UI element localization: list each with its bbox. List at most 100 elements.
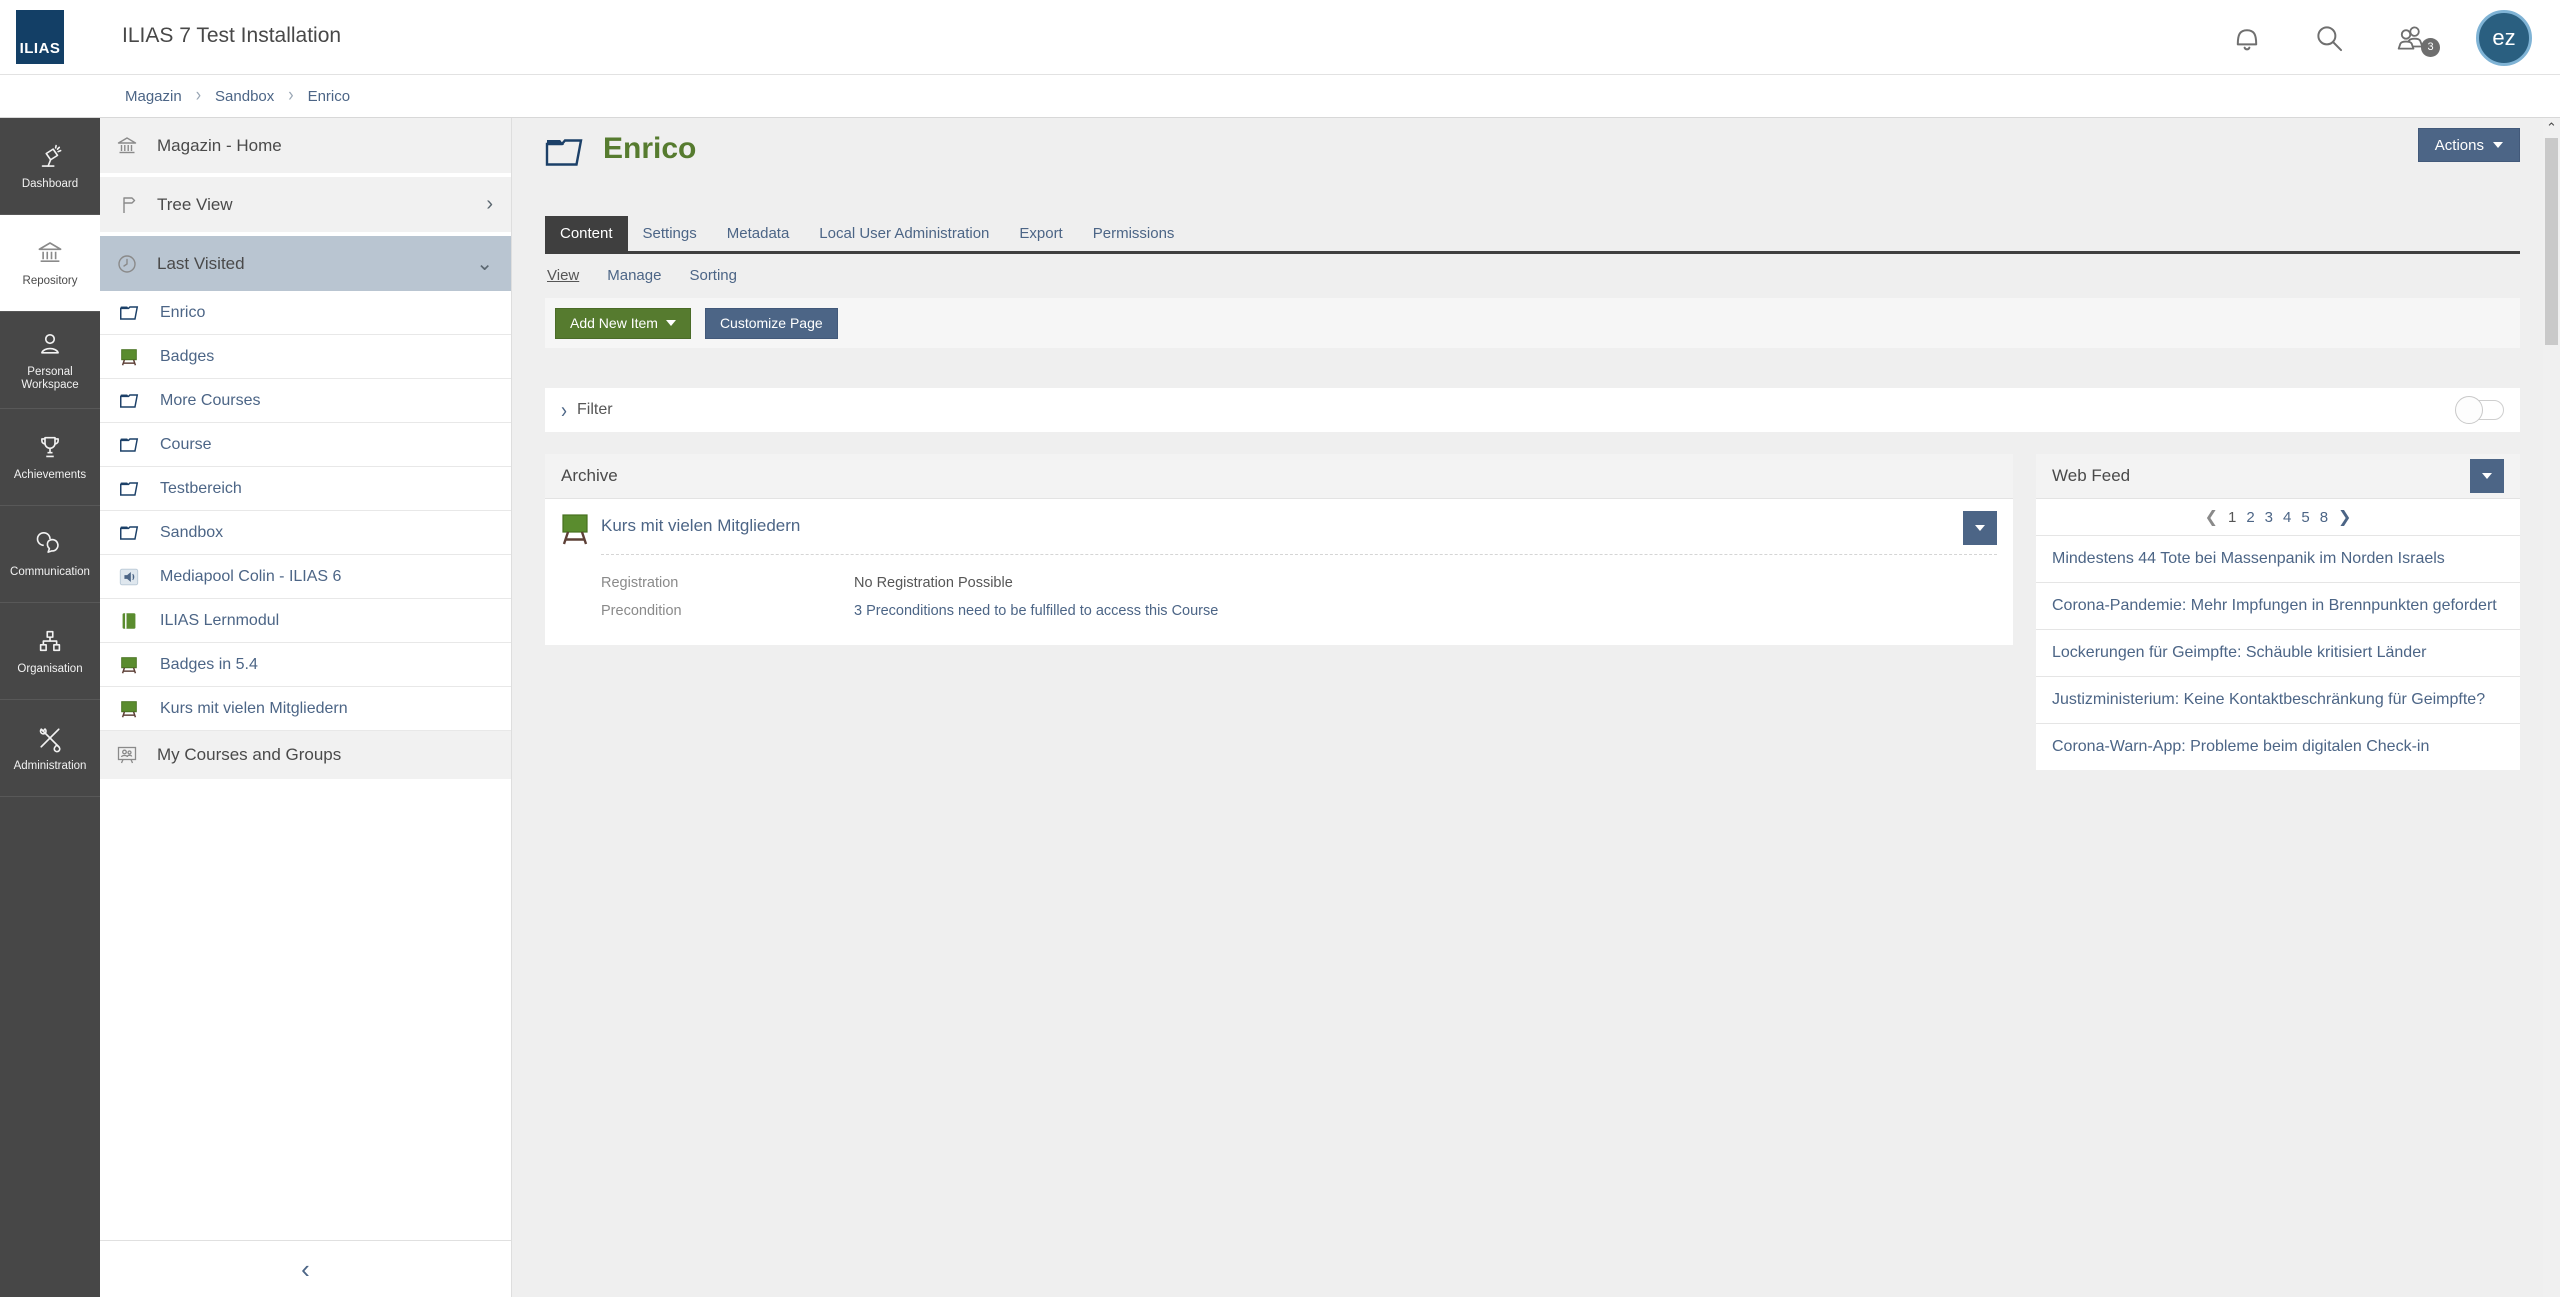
- subtab-view[interactable]: View: [547, 267, 579, 284]
- breadcrumb-enrico[interactable]: Enrico: [308, 88, 351, 105]
- folder-icon: [118, 522, 140, 544]
- rail-item-achievements[interactable]: Achievements: [0, 409, 100, 506]
- rail-item-communication[interactable]: Communication: [0, 506, 100, 603]
- add-new-item-button[interactable]: Add New Item: [555, 308, 691, 339]
- search-icon[interactable]: [2312, 21, 2346, 55]
- filter-panel: › Filter: [545, 388, 2520, 432]
- webfeed-title: Web Feed: [2052, 466, 2130, 486]
- main-menu-rail: Dashboard Repository Personal Workspace …: [0, 118, 100, 1297]
- precondition-link[interactable]: 3 Preconditions need to be fulfilled to …: [854, 603, 1218, 619]
- breadcrumb-sandbox[interactable]: Sandbox: [215, 88, 274, 105]
- archive-header: Archive: [545, 454, 2013, 499]
- course-icon: [118, 654, 140, 676]
- sidebar-item-last-visited[interactable]: Last Visited ⌄: [100, 236, 511, 291]
- tab-metadata[interactable]: Metadata: [712, 216, 805, 251]
- subtab-sorting[interactable]: Sorting: [689, 267, 737, 284]
- pagination-page-1[interactable]: 1: [2228, 509, 2236, 526]
- trophy-icon: [35, 432, 65, 462]
- sidebar-item-magazin-home[interactable]: Magazin - Home: [100, 118, 511, 173]
- course-link[interactable]: Kurs mit vielen Mitgliedern: [601, 513, 800, 536]
- filter-label[interactable]: Filter: [577, 401, 613, 419]
- last-visited-label: Course: [160, 436, 212, 454]
- last-visited-label: Badges: [160, 348, 214, 366]
- pagination-page-5[interactable]: 5: [2301, 509, 2309, 526]
- last-visited-label: Testbereich: [160, 480, 242, 498]
- rail-item-organisation[interactable]: Organisation: [0, 603, 100, 700]
- scrollbar-up-icon[interactable]: ⌃: [2543, 120, 2560, 136]
- course-icon: [118, 346, 140, 368]
- feed-item[interactable]: Corona-Warn-App: Probleme beim digitalen…: [2036, 724, 2520, 770]
- vertical-scrollbar[interactable]: ⌃: [2543, 118, 2560, 1297]
- last-visited-item-sandbox[interactable]: Sandbox: [100, 511, 511, 555]
- rail-label: Organisation: [13, 663, 86, 676]
- users-icon[interactable]: 3: [2394, 21, 2428, 55]
- person-icon: [35, 329, 65, 359]
- subtab-manage[interactable]: Manage: [607, 267, 661, 284]
- sidebar-item-tree-view[interactable]: Tree View ›: [100, 177, 511, 232]
- breadcrumb-separator-icon: ›: [288, 85, 293, 107]
- rail-label: Repository: [19, 275, 82, 288]
- last-visited-item-course[interactable]: Course: [100, 423, 511, 467]
- avatar[interactable]: ez: [2476, 10, 2532, 66]
- caret-down-icon: [1975, 525, 1985, 531]
- installation-title: ILIAS 7 Test Installation: [122, 24, 341, 48]
- dashed-divider: [601, 554, 1997, 555]
- last-visited-item-badges-54[interactable]: Badges in 5.4: [100, 643, 511, 687]
- feed-item[interactable]: Justizministerium: Keine Kontaktbeschrän…: [2036, 677, 2520, 724]
- mediapool-icon: [118, 566, 140, 588]
- last-visited-label: ILIAS Lernmodul: [160, 612, 279, 630]
- tab-settings[interactable]: Settings: [628, 216, 712, 251]
- last-visited-item-testbereich[interactable]: Testbereich: [100, 467, 511, 511]
- pagination-next-icon[interactable]: ❯: [2338, 507, 2351, 527]
- breadcrumb-bar: Magazin › Sandbox › Enrico: [0, 75, 2560, 118]
- sidebar-item-my-courses-groups[interactable]: My Courses and Groups: [100, 731, 511, 779]
- actions-button-label: Actions: [2435, 137, 2484, 154]
- bell-icon[interactable]: [2230, 21, 2264, 55]
- pagination-page-2[interactable]: 2: [2246, 509, 2254, 526]
- rail-item-dashboard[interactable]: Dashboard: [0, 118, 100, 215]
- pagination-page-4[interactable]: 4: [2283, 509, 2291, 526]
- breadcrumb-magazin[interactable]: Magazin: [125, 88, 182, 105]
- courses-groups-icon: [115, 743, 139, 767]
- rail-item-administration[interactable]: Administration: [0, 700, 100, 797]
- signpost-icon: [115, 193, 139, 217]
- breadcrumb-separator-icon: ›: [196, 85, 201, 107]
- webfeed-actions-dropdown[interactable]: [2470, 459, 2504, 493]
- collapse-panel-button[interactable]: ‹: [100, 1240, 511, 1297]
- actions-button[interactable]: Actions: [2418, 128, 2520, 162]
- chevron-down-icon: ⌄: [476, 251, 493, 276]
- tab-export[interactable]: Export: [1004, 216, 1077, 251]
- chevron-right-icon[interactable]: ›: [561, 397, 567, 423]
- last-visited-label: Badges in 5.4: [160, 656, 258, 674]
- online-count-badge: 3: [2421, 38, 2440, 57]
- last-visited-item-badges[interactable]: Badges: [100, 335, 511, 379]
- add-new-item-label: Add New Item: [570, 315, 658, 331]
- pagination-page-8[interactable]: 8: [2320, 509, 2328, 526]
- tab-content[interactable]: Content: [545, 216, 628, 251]
- precondition-label: Precondition: [601, 603, 854, 619]
- feed-item[interactable]: Mindestens 44 Tote bei Massenpanik im No…: [2036, 536, 2520, 583]
- sidebar-item-label: My Courses and Groups: [157, 745, 341, 765]
- folder-icon: [118, 434, 140, 456]
- scrollbar-thumb[interactable]: [2545, 138, 2558, 345]
- rail-item-personal-workspace[interactable]: Personal Workspace: [0, 312, 100, 409]
- last-visited-label: More Courses: [160, 392, 260, 410]
- rail-item-repository[interactable]: Repository: [0, 215, 100, 312]
- ilias-logo[interactable]: ILIAS: [16, 10, 64, 64]
- filter-toggle[interactable]: [2458, 400, 2504, 420]
- pagination-prev-icon[interactable]: ❮: [2205, 507, 2218, 527]
- tab-permissions[interactable]: Permissions: [1078, 216, 1190, 251]
- last-visited-item-lernmodul[interactable]: ILIAS Lernmodul: [100, 599, 511, 643]
- pagination-page-3[interactable]: 3: [2265, 509, 2273, 526]
- tab-local-user-administration[interactable]: Local User Administration: [804, 216, 1004, 251]
- last-visited-item-mediapool[interactable]: Mediapool Colin - ILIAS 6: [100, 555, 511, 599]
- item-actions-dropdown[interactable]: [1963, 511, 1997, 545]
- registration-label: Registration: [601, 575, 854, 591]
- feed-item[interactable]: Corona-Pandemie: Mehr Impfungen in Brenn…: [2036, 583, 2520, 630]
- last-visited-item-kurs[interactable]: Kurs mit vielen Mitgliedern: [100, 687, 511, 731]
- last-visited-item-enrico[interactable]: Enrico: [100, 291, 511, 335]
- feed-item[interactable]: Lockerungen für Geimpfte: Schäuble kriti…: [2036, 630, 2520, 677]
- tab-bar: Content Settings Metadata Local User Adm…: [545, 216, 2520, 254]
- customize-page-button[interactable]: Customize Page: [705, 308, 838, 339]
- last-visited-item-more-courses[interactable]: More Courses: [100, 379, 511, 423]
